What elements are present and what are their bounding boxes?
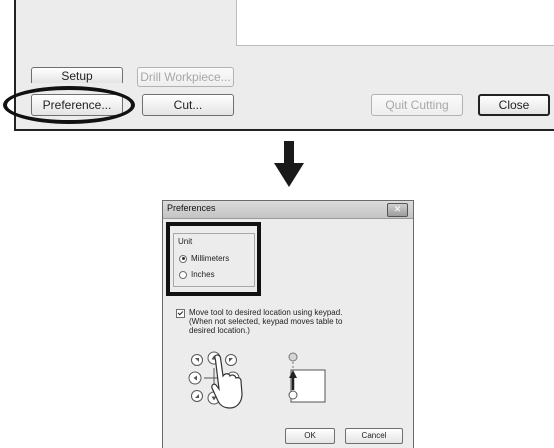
inches-label: Inches [191,270,215,279]
quit-cutting-button[interactable]: Quit Cutting [371,94,463,116]
drill-workpiece-button[interactable]: Drill Workpiece... [137,67,234,87]
dialog-titlebar: Preferences ✕ [163,201,413,219]
move-tool-label-line2: (When not selected, keypad moves table t… [189,317,343,326]
millimeters-label: Millimeters [191,254,230,263]
preference-highlight-ellipse [3,86,135,124]
ok-button[interactable]: OK [285,428,335,444]
move-tool-checkbox[interactable] [176,309,185,318]
tool-move-diagram-icon [288,352,326,403]
keypad-icon [188,351,243,409]
dialog-close-button[interactable]: ✕ [387,203,408,217]
preview-area [236,0,554,46]
cut-button[interactable]: Cut... [142,94,234,116]
inches-radio[interactable] [179,270,187,279]
setup-button[interactable]: Setup [31,67,123,83]
millimeters-radio-row[interactable]: Millimeters [179,253,229,264]
preferences-dialog: Preferences ✕ Unit Millimeters Inches Mo… [162,200,414,448]
move-tool-label-line1: Move tool to desired location using keyp… [189,308,343,317]
move-tool-label-line3: desired location.) [189,326,250,335]
move-tool-checkbox-row[interactable]: Move tool to desired location using keyp… [176,308,406,335]
cancel-button[interactable]: Cancel [345,428,403,444]
close-icon: ✕ [393,204,402,214]
millimeters-radio[interactable] [179,254,187,263]
inches-radio-row[interactable]: Inches [179,269,215,280]
dialog-title: Preferences [167,203,216,213]
close-button[interactable]: Close [478,94,550,116]
unit-legend: Unit [178,237,193,246]
